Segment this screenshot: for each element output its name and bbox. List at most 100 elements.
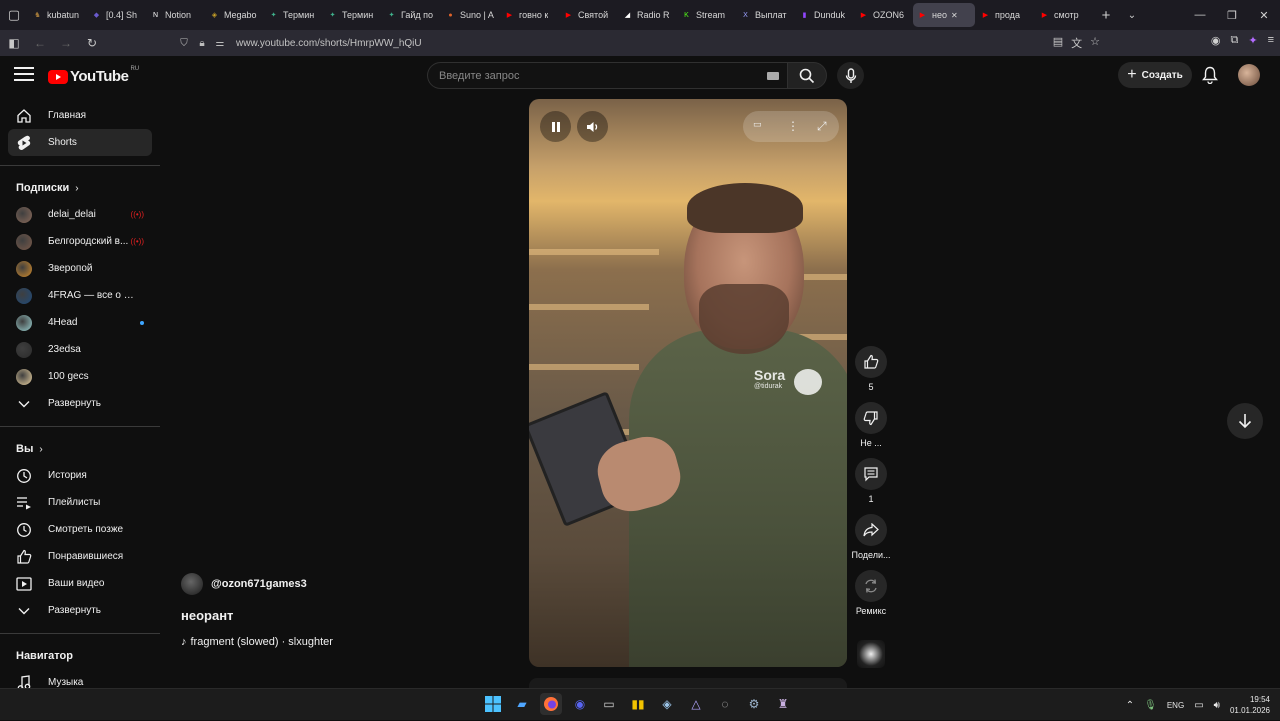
browser-tab[interactable]: ✦ Термин bbox=[323, 3, 381, 27]
browser-tab[interactable]: ▶ смотр bbox=[1035, 3, 1093, 27]
channel-name[interactable]: @ozon671games3 bbox=[211, 578, 307, 590]
browser-tab[interactable]: ▶ нео ✕ bbox=[913, 3, 975, 27]
browser-tab[interactable]: ◆ [0.4] Sh bbox=[87, 3, 145, 27]
close-tab-icon[interactable]: ✕ bbox=[951, 11, 958, 20]
browser-tab[interactable]: ♞ kubatun bbox=[28, 3, 86, 27]
subscription-item[interactable]: delai_delai ((•)) bbox=[8, 201, 152, 228]
system-clock[interactable]: 19:54 01.01.2026 bbox=[1230, 694, 1270, 716]
account-avatar[interactable] bbox=[1238, 64, 1260, 86]
app-character-icon[interactable]: ♜ bbox=[772, 693, 794, 715]
remix-button[interactable] bbox=[855, 570, 887, 602]
captions-icon[interactable]: ▭ bbox=[753, 119, 762, 130]
pause-button[interactable] bbox=[540, 111, 571, 142]
guide-menu-icon[interactable] bbox=[14, 67, 34, 83]
tab-overview-icon[interactable]: ▢ bbox=[0, 0, 28, 30]
subscription-item[interactable]: Зверопой bbox=[8, 255, 152, 282]
expand-subscriptions-button[interactable]: Развернуть bbox=[8, 390, 152, 417]
next-short-preview[interactable] bbox=[529, 678, 847, 688]
volume-button[interactable] bbox=[577, 111, 608, 142]
comments-button[interactable] bbox=[855, 458, 887, 490]
music-attribution[interactable]: ♪ fragment (slowed) · slxughter bbox=[181, 636, 481, 648]
lock-icon[interactable]: 🔒︎ bbox=[194, 38, 210, 49]
vpn-icon[interactable]: ◉ bbox=[1211, 34, 1221, 47]
speaker-icon[interactable]: 🔊︎ bbox=[1214, 700, 1220, 711]
subscription-item[interactable]: 23edsa bbox=[8, 336, 152, 363]
browser-tab[interactable]: ✦ Термин bbox=[264, 3, 322, 27]
sidebar-item-liked[interactable]: Понравившиеся bbox=[8, 543, 152, 570]
menu-icon[interactable]: ≡ bbox=[1268, 34, 1274, 47]
firefox-icon[interactable] bbox=[540, 693, 562, 715]
shield-icon[interactable]: ⛉ bbox=[176, 38, 192, 49]
sidebar-item-music[interactable]: Музыка bbox=[8, 669, 152, 688]
windows-start-icon[interactable] bbox=[482, 693, 504, 715]
browser-tab[interactable]: X Выплат bbox=[736, 3, 794, 27]
discord-icon[interactable]: ◉ bbox=[569, 693, 591, 715]
restore-button[interactable]: ❐ bbox=[1216, 0, 1248, 30]
sidebar-item-shorts[interactable]: Shorts bbox=[8, 129, 152, 156]
sidebar-item-home[interactable]: Главная bbox=[8, 102, 152, 129]
new-tab-button[interactable]: + bbox=[1093, 7, 1119, 24]
browser-tab[interactable]: K Stream bbox=[677, 3, 735, 27]
microphone-tray-icon[interactable]: 🎙︎ bbox=[1144, 700, 1157, 711]
short-title[interactable]: неорант bbox=[181, 608, 481, 623]
terminal-icon[interactable]: ▭ bbox=[598, 693, 620, 715]
url-text[interactable]: www.youtube.com/shorts/HmrpWW_hQiU bbox=[236, 38, 422, 49]
subscription-item[interactable]: 4Head bbox=[8, 309, 152, 336]
browser-tab[interactable]: ▶ Святой bbox=[559, 3, 617, 27]
network-icon[interactable]: ▭ bbox=[1194, 700, 1203, 711]
back-button[interactable]: ← bbox=[28, 31, 52, 55]
forward-button[interactable]: → bbox=[54, 31, 78, 55]
minimize-button[interactable]: — bbox=[1184, 0, 1216, 30]
sidebar-item-watch-later[interactable]: Смотреть позже bbox=[8, 516, 152, 543]
tab-list-chevron-icon[interactable]: ⌄ bbox=[1119, 10, 1145, 21]
reload-button[interactable]: ↻ bbox=[80, 31, 104, 55]
address-bar[interactable]: ⛉ 🔒︎ ⚌ www.youtube.com/shorts/HmrpWW_hQi… bbox=[176, 32, 1100, 54]
search-button[interactable] bbox=[787, 62, 827, 89]
input-language[interactable]: ENG bbox=[1167, 701, 1184, 710]
sidebar-toggle-icon[interactable]: ◧ bbox=[2, 31, 26, 55]
share-button[interactable] bbox=[855, 514, 887, 546]
browser-tab[interactable]: ● Suno | A bbox=[441, 3, 499, 27]
more-options-icon[interactable]: ⋮ bbox=[787, 119, 799, 133]
like-button[interactable] bbox=[855, 346, 887, 378]
browser-tab[interactable]: ▶ OZON6 bbox=[854, 3, 912, 27]
reader-view-icon[interactable]: ▤ bbox=[1053, 35, 1063, 51]
browser-tab[interactable]: N Notion bbox=[146, 3, 204, 27]
subscription-item[interactable]: 100 gecs bbox=[8, 363, 152, 390]
settings-gear-icon[interactable]: ⚙ bbox=[743, 693, 765, 715]
app-yellow-icon[interactable]: ▮▮ bbox=[627, 693, 649, 715]
browser-tab[interactable]: ▮ Dunduk bbox=[795, 3, 853, 27]
page-settings-icon[interactable]: ⚌ bbox=[212, 38, 228, 49]
sound-thumbnail[interactable] bbox=[857, 640, 885, 668]
browser-tab[interactable]: ◢ Radio R bbox=[618, 3, 676, 27]
next-short-button[interactable] bbox=[1227, 403, 1263, 439]
tray-chevron-up-icon[interactable]: ⌃ bbox=[1126, 700, 1134, 711]
browser-tab[interactable]: ✦ Гайд по bbox=[382, 3, 440, 27]
dislike-button[interactable] bbox=[855, 402, 887, 434]
channel-avatar[interactable] bbox=[181, 573, 203, 595]
steam-icon[interactable]: ◈ bbox=[656, 693, 678, 715]
subscriptions-header[interactable]: Подписки › bbox=[0, 175, 160, 201]
voice-search-button[interactable] bbox=[837, 62, 864, 89]
create-button[interactable]: + Создать bbox=[1118, 62, 1192, 88]
keyboard-icon[interactable] bbox=[767, 72, 779, 80]
sidebar-item-your-videos[interactable]: Ваши видео bbox=[8, 570, 152, 597]
youtube-logo[interactable]: YouTube RU bbox=[48, 66, 139, 85]
bookmark-star-icon[interactable]: ☆ bbox=[1090, 35, 1100, 51]
search-input[interactable]: Введите запрос bbox=[427, 62, 787, 89]
shorts-video-player[interactable]: ▭ ⋮ ⤢ Sora @tidurak bbox=[529, 99, 847, 667]
subscription-item[interactable]: Белгородский в... ((•)) bbox=[8, 228, 152, 255]
translate-icon[interactable]: 文 bbox=[1071, 35, 1082, 51]
sidebar-item-playlists[interactable]: Плейлисты bbox=[8, 489, 152, 516]
browser-tab[interactable]: ▶ прода bbox=[976, 3, 1034, 27]
expand-you-button[interactable]: Развернуть bbox=[8, 597, 152, 624]
extension-purple-icon[interactable]: ✦ bbox=[1248, 34, 1257, 47]
close-window-button[interactable]: ✕ bbox=[1248, 0, 1280, 30]
channel-row[interactable]: @ozon671games3 bbox=[181, 572, 481, 596]
sidebar-item-history[interactable]: История bbox=[8, 462, 152, 489]
file-explorer-icon[interactable]: ▰ bbox=[511, 693, 533, 715]
fullscreen-icon[interactable]: ⤢ bbox=[817, 119, 827, 134]
notifications-bell-icon[interactable] bbox=[1200, 65, 1220, 85]
app-globe-icon[interactable]: ◌ bbox=[714, 693, 736, 715]
you-header[interactable]: Вы › bbox=[0, 436, 160, 462]
